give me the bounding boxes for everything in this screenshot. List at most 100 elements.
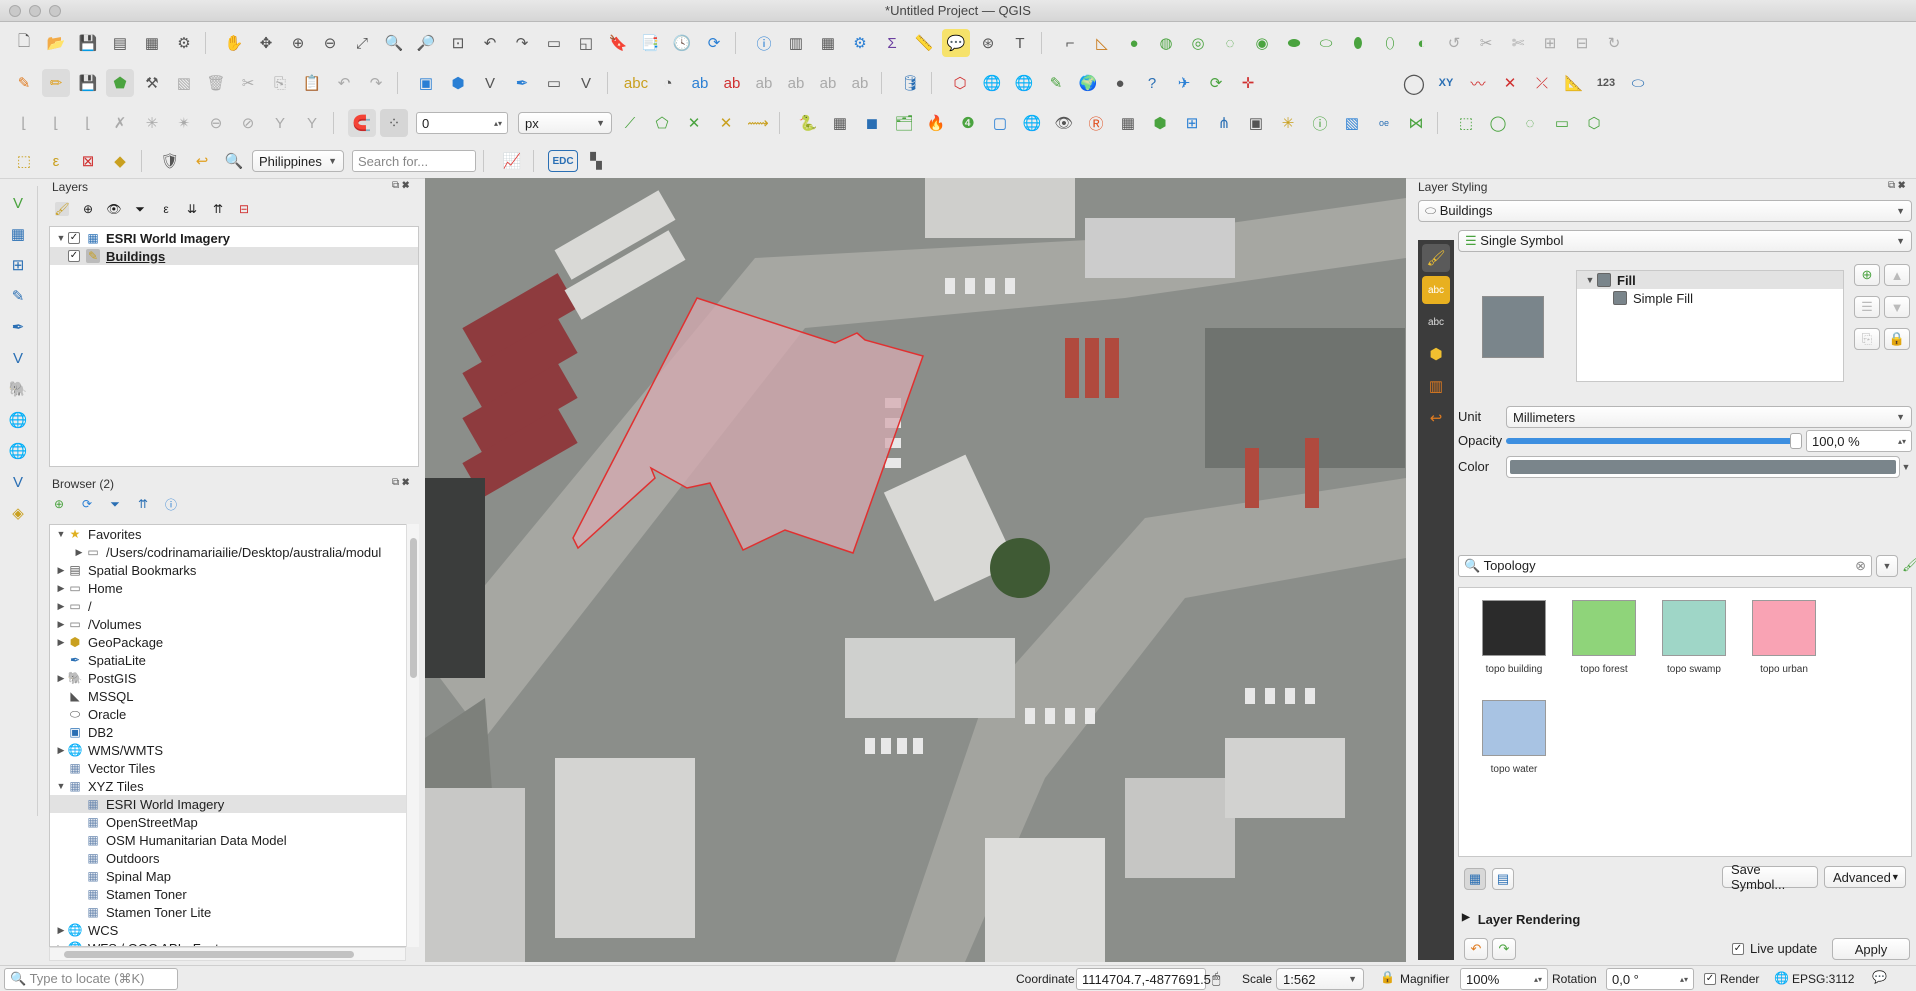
show-hide-labels-icon[interactable]: ab <box>750 69 778 97</box>
browser-item[interactable]: ▦ ESRI World Imagery <box>50 795 418 813</box>
bookmark-icon[interactable]: 🔖 <box>604 29 632 57</box>
save-project-icon[interactable]: 💾 <box>74 29 102 57</box>
new-virtual-layer-icon[interactable]: V <box>572 69 600 97</box>
crs-label[interactable]: EPSG:3112 <box>1792 972 1854 986</box>
add-wfs-layer-icon[interactable]: V <box>4 468 32 496</box>
save-edits-icon[interactable]: 💾 <box>74 69 102 97</box>
add-group-icon[interactable]: ⊕ <box>81 202 95 216</box>
pan-to-selection-icon[interactable]: ✥ <box>252 29 280 57</box>
circle-tool-icon[interactable]: ◯ <box>1400 69 1428 97</box>
browser-item[interactable]: ▦ Outdoors <box>50 849 418 867</box>
deselect-all-icon[interactable]: ⊠ <box>74 147 102 175</box>
advanced-digitize-g-icon[interactable]: ⊖ <box>202 109 230 137</box>
add-delimited-text-icon[interactable]: ✎ <box>4 282 32 310</box>
plugin-g-icon[interactable]: 🌐 <box>1018 109 1046 137</box>
change-label-icon[interactable]: ab <box>846 69 874 97</box>
filter-browser-icon[interactable]: ⏷ <box>108 497 122 511</box>
snap-type-icon[interactable]: ⁘ <box>380 109 408 137</box>
rotate-label-icon[interactable]: ab <box>814 69 842 97</box>
zoom-to-selection-icon[interactable]: 🔍 <box>380 29 408 57</box>
plugin-n-icon[interactable]: ▣ <box>1242 109 1270 137</box>
snap-intersection-icon[interactable]: ⬠ <box>648 109 676 137</box>
library-search-input[interactable]: 🔍 Topology ⊗ <box>1458 555 1872 577</box>
browser-item[interactable]: ▶ ▭ Home <box>50 579 418 597</box>
manage-themes-icon[interactable]: 👁 <box>106 202 121 216</box>
undo-icon[interactable]: ↶ <box>330 69 358 97</box>
reshape-icon[interactable]: ⬯ <box>1376 29 1404 57</box>
browser-item[interactable]: ▶ ▤ Spatial Bookmarks <box>50 561 418 579</box>
advanced-digitize-a-icon[interactable]: ⌊ <box>10 109 38 137</box>
messages-icon[interactable]: 💬 <box>1872 970 1887 984</box>
modify-attributes-icon[interactable]: ▧ <box>170 69 198 97</box>
expand-arrow-icon[interactable]: ▼ <box>1583 275 1597 285</box>
add-wfs-icon[interactable]: 🌐 <box>1010 69 1038 97</box>
icon-view-icon[interactable]: ▦ <box>1464 868 1486 890</box>
advanced-digitize-d-icon[interactable]: ✗ <box>106 109 134 137</box>
select-features-icon[interactable]: ⬚ <box>10 147 38 175</box>
opacity-slider[interactable] <box>1506 433 1802 449</box>
database-icon[interactable]: 🛢 <box>896 69 924 97</box>
snapping-magnet-icon[interactable]: 🧲 <box>348 109 376 137</box>
browser-item[interactable]: ▦ OpenStreetMap <box>50 813 418 831</box>
zoom-window-button[interactable] <box>49 5 61 17</box>
self-snapping-icon[interactable]: ⟿ <box>744 109 772 137</box>
statistical-summary-icon[interactable]: Σ <box>878 29 906 57</box>
geocoder-search-input[interactable]: Search for... <box>352 150 476 172</box>
delete-ring-icon[interactable]: ⬭ <box>1312 29 1340 57</box>
browser-item[interactable]: ▶ 🌐 WMS/WMTS <box>50 741 418 759</box>
zoom-native-icon[interactable]: ⊡ <box>444 29 472 57</box>
library-symbol[interactable]: topo forest <box>1559 600 1649 675</box>
panel-float-icon[interactable]: ⧉ ✖ <box>1888 180 1906 191</box>
ruler-icon[interactable]: 📐 <box>1560 69 1588 97</box>
plugin-o-icon[interactable]: ✳ <box>1274 109 1302 137</box>
filter-expression-icon[interactable]: ε <box>159 202 173 216</box>
line-tool-icon[interactable]: ⤫ <box>1528 69 1556 97</box>
highlight-labels-icon[interactable]: ab <box>718 69 746 97</box>
browser-item[interactable]: ▶ ⬢ GeoPackage <box>50 633 418 651</box>
identify-icon[interactable]: ⓘ <box>750 29 778 57</box>
redo-style-icon[interactable]: ↷ <box>1492 938 1516 960</box>
add-line-icon[interactable]: 〰 <box>1464 69 1492 97</box>
map-tips-icon[interactable]: 💬 <box>942 29 970 57</box>
plugin-c-icon[interactable]: 🗂 <box>890 109 918 137</box>
show-bookmarks-icon[interactable]: 📑 <box>636 29 664 57</box>
save-symbol-button[interactable]: Save Symbol... <box>1722 862 1818 892</box>
tracing-icon[interactable]: ✕ <box>712 109 740 137</box>
merge-attributes-icon[interactable]: ⊟ <box>1568 29 1596 57</box>
plugin-h-icon[interactable]: 👁 <box>1050 109 1078 137</box>
duplicate-layer-icon[interactable]: ⎘ <box>1854 328 1880 350</box>
snap-tolerance-input[interactable]: 0 ▴▾ <box>416 112 508 134</box>
plugin-e-icon[interactable]: ❹ <box>954 109 982 137</box>
live-update-checkbox[interactable]: ✓ <box>1732 943 1744 955</box>
browser-item[interactable]: ▦ OSM Humanitarian Data Model <box>50 831 418 849</box>
select-by-expression-icon[interactable]: ε <box>42 147 70 175</box>
refresh-icon[interactable]: ⟳ <box>700 29 728 57</box>
layer-rendering-section[interactable]: ▶ Layer Rendering <box>1462 912 1580 927</box>
layer-row-buildings[interactable]: ✓ ✎ Buildings <box>50 247 418 265</box>
zoom-in-icon[interactable]: ⊕ <box>284 29 312 57</box>
remove-symbol-layer-icon[interactable]: ☰ <box>1854 296 1880 318</box>
browser-item[interactable]: ▼ ▦ XYZ Tiles <box>50 777 418 795</box>
clear-search-icon[interactable]: ⊗ <box>1855 558 1866 574</box>
plugin-m-icon[interactable]: ⋔ <box>1210 109 1238 137</box>
advanced-digitize-c-icon[interactable]: ⌊ <box>74 109 102 137</box>
add-ring-icon[interactable]: ◌ <box>1216 29 1244 57</box>
browser-item[interactable]: ▶🌐WFS / OGC API - Features <box>50 939 418 947</box>
quick-map-services-icon[interactable]: 🌍 <box>1074 69 1102 97</box>
diagrams-tab-icon[interactable]: ▥ <box>1422 372 1450 400</box>
shape-digitize-d-icon[interactable]: ▭ <box>1548 109 1576 137</box>
new-shapefile-icon[interactable]: V <box>476 69 504 97</box>
add-spatialite-icon[interactable]: ✒ <box>4 313 32 341</box>
snap-unit-select[interactable]: px ▼ <box>518 112 612 134</box>
remove-layer-icon[interactable]: ⊟ <box>237 202 251 216</box>
browser-item[interactable]: ▶ ▭ /Users/codrinamariailie/Desktop/austra… <box>50 543 418 561</box>
advanced-digitize-i-icon[interactable]: Y <box>266 109 294 137</box>
browser-item[interactable]: ▶ 🐘 PostGIS <box>50 669 418 687</box>
expand-arrow-icon[interactable]: ▶ <box>54 601 68 612</box>
move-feature-icon[interactable]: ◎ <box>1184 29 1212 57</box>
pan-icon[interactable]: ✋ <box>220 29 248 57</box>
add-wms-layer-icon[interactable]: 🌐 <box>4 406 32 434</box>
filter-legend-icon[interactable]: ⏷ <box>133 202 147 216</box>
plugin-d-icon[interactable]: 🔥 <box>922 109 950 137</box>
panel-float-icon[interactable]: ⧉ ✖ <box>392 180 410 191</box>
